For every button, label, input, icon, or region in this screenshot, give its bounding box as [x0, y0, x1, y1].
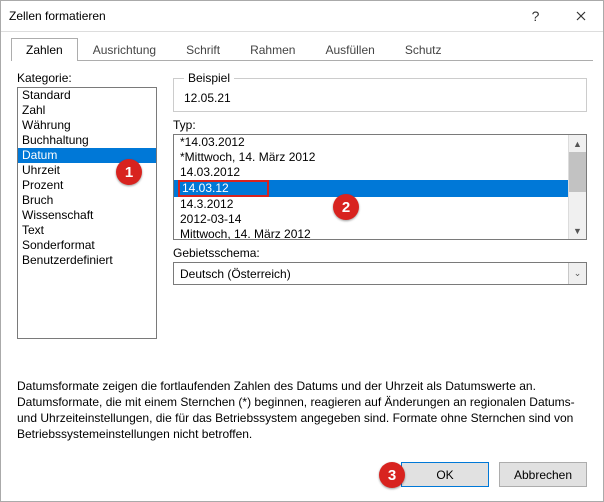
type-listbox[interactable]: *14.03.2012*Mittwoch, 14. März 201214.03… — [173, 134, 587, 240]
type-wrap: *14.03.2012*Mittwoch, 14. März 201214.03… — [173, 134, 587, 240]
cancel-button[interactable]: Abbrechen — [499, 462, 587, 487]
type-label: Typ: — [173, 118, 587, 132]
tab-panel-number: Kategorie: StandardZahlWährungBuchhaltun… — [1, 61, 603, 374]
tab-schutz[interactable]: Schutz — [390, 38, 457, 61]
dialog-buttons: OK Abbrechen — [1, 452, 603, 501]
category-item[interactable]: Währung — [18, 118, 156, 133]
category-item[interactable]: Benutzerdefiniert — [18, 253, 156, 268]
scroll-up-icon[interactable]: ▲ — [569, 135, 586, 152]
ok-button[interactable]: OK — [401, 462, 489, 487]
close-button[interactable] — [558, 1, 603, 31]
type-item[interactable]: *14.03.2012 — [174, 135, 568, 150]
type-item[interactable]: 14.03.12 — [174, 180, 568, 197]
example-value: 12.05.21 — [184, 91, 558, 105]
category-label: Kategorie: — [17, 71, 157, 85]
type-item[interactable]: Mittwoch, 14. März 2012 — [174, 227, 568, 240]
scroll-down-icon[interactable]: ▼ — [569, 222, 586, 239]
example-group: Beispiel 12.05.21 — [173, 71, 587, 112]
tab-strip: ZahlenAusrichtungSchriftRahmenAusfüllenS… — [1, 32, 603, 61]
tab-schrift[interactable]: Schrift — [171, 38, 235, 61]
tab-zahlen[interactable]: Zahlen — [11, 38, 78, 61]
annotation-marker-3: 3 — [379, 462, 405, 488]
format-description: Datumsformate zeigen die fortlaufenden Z… — [1, 374, 603, 452]
type-item[interactable]: 14.03.2012 — [174, 165, 568, 180]
category-item[interactable]: Standard — [18, 88, 156, 103]
category-item[interactable]: Sonderformat — [18, 238, 156, 253]
format-cells-dialog: Zellen formatieren ? ZahlenAusrichtungSc… — [0, 0, 604, 502]
type-scrollbar[interactable]: ▲ ▼ — [568, 135, 586, 239]
scroll-thumb[interactable] — [569, 152, 586, 192]
type-item[interactable]: *Mittwoch, 14. März 2012 — [174, 150, 568, 165]
annotation-marker-1: 1 — [116, 159, 142, 185]
type-item[interactable]: 2012-03-14 — [174, 212, 568, 227]
category-item[interactable]: Text — [18, 223, 156, 238]
close-icon — [576, 11, 586, 21]
category-item[interactable]: Buchhaltung — [18, 133, 156, 148]
chevron-down-icon[interactable]: ⌄ — [568, 263, 586, 284]
locale-combobox[interactable]: Deutsch (Österreich) ⌄ — [173, 262, 587, 285]
annotation-marker-2: 2 — [333, 194, 359, 220]
details-pane: Beispiel 12.05.21 Typ: *14.03.2012*Mittw… — [173, 71, 587, 374]
locale-label: Gebietsschema: — [173, 246, 587, 260]
tab-ausrichtung[interactable]: Ausrichtung — [78, 38, 171, 61]
type-item[interactable]: 14.3.2012 — [174, 197, 568, 212]
category-item[interactable]: Wissenschaft — [18, 208, 156, 223]
help-button[interactable]: ? — [513, 1, 558, 31]
category-listbox[interactable]: StandardZahlWährungBuchhaltungDatumUhrze… — [17, 87, 157, 339]
category-pane: Kategorie: StandardZahlWährungBuchhaltun… — [17, 71, 157, 374]
tab-ausfüllen[interactable]: Ausfüllen — [310, 38, 389, 61]
window-title: Zellen formatieren — [9, 9, 513, 23]
category-item[interactable]: Bruch — [18, 193, 156, 208]
titlebar: Zellen formatieren ? — [1, 1, 603, 32]
locale-value: Deutsch (Österreich) — [180, 267, 568, 281]
tab-rahmen[interactable]: Rahmen — [235, 38, 310, 61]
example-label: Beispiel — [184, 71, 234, 85]
category-item[interactable]: Zahl — [18, 103, 156, 118]
